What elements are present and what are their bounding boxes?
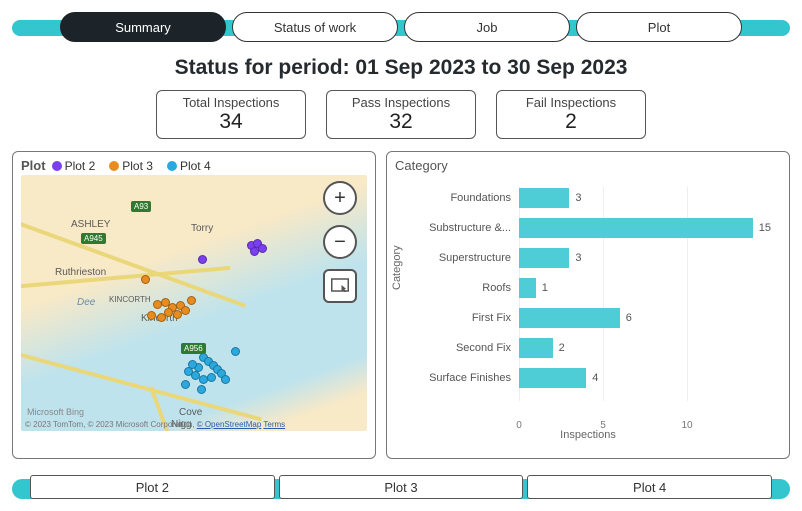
road-badge: A93 [131, 201, 151, 212]
stat-label: Pass Inspections [335, 95, 467, 110]
chart-y-axis-label: Category [391, 245, 403, 290]
chart-bar-label: First Fix [409, 312, 519, 324]
tab-status-of-work[interactable]: Status of work [232, 12, 398, 42]
map-point-plot4[interactable] [181, 380, 190, 389]
chart-bar-value: 3 [575, 252, 581, 264]
chart-bar-label: Second Fix [409, 342, 519, 354]
stat-pass-inspections: Pass Inspections 32 [326, 90, 476, 139]
map-point-plot4[interactable] [197, 385, 206, 394]
map-label: KINCORTH [109, 295, 151, 304]
tab-plot[interactable]: Plot [576, 12, 742, 42]
chart-bar[interactable] [519, 278, 536, 298]
chart-bar[interactable] [519, 338, 553, 358]
stat-fail-inspections: Fail Inspections 2 [496, 90, 646, 139]
chart-title: Category [395, 158, 781, 173]
map-label: Cove [179, 407, 202, 418]
chart-bar[interactable] [519, 308, 620, 328]
plot-button-bar: Plot 2 Plot 3 Plot 4 [0, 467, 802, 507]
chart-x-axis: 0510 [519, 420, 771, 421]
terms-link[interactable]: Terms [263, 420, 285, 429]
chart-bar-row: Surface Finishes4 [519, 367, 771, 389]
chart-body: Category Foundations3Substructure &...15… [395, 175, 781, 445]
map-point-plot4[interactable] [221, 375, 230, 384]
chart-bar-row: Foundations3 [519, 187, 771, 209]
chart-bar-label: Roofs [409, 282, 519, 294]
chart-bar-value: 4 [592, 372, 598, 384]
chart-bar-label: Superstructure [409, 252, 519, 264]
page-title: Status for period: 01 Sep 2023 to 30 Sep… [0, 56, 802, 80]
map-point-plot4[interactable] [207, 373, 216, 382]
legend-plot4[interactable]: Plot 4 [167, 159, 211, 173]
map-panel: Plot Plot 2 Plot 3 Plot 4 A93 A945 A956 [12, 151, 376, 459]
legend-plot2[interactable]: Plot 2 [52, 159, 96, 173]
zoom-in-button[interactable]: + [323, 181, 357, 215]
chart-bar-value: 15 [759, 222, 771, 234]
chart-bar-row: Substructure &...15 [519, 217, 771, 239]
map-point-plot4[interactable] [199, 375, 208, 384]
legend-dot-icon [167, 161, 177, 171]
stat-value: 34 [165, 110, 297, 134]
map-legend: Plot Plot 2 Plot 3 Plot 4 [21, 158, 367, 173]
plot-button-3[interactable]: Plot 3 [279, 475, 524, 499]
chart-bar-row: First Fix6 [519, 307, 771, 329]
chart-bar-row: Second Fix2 [519, 337, 771, 359]
content-row: Plot Plot 2 Plot 3 Plot 4 A93 A945 A956 [0, 151, 802, 459]
box-select-button[interactable] [323, 269, 357, 303]
plot-button-2[interactable]: Plot 2 [30, 475, 275, 499]
map-controls: + − [323, 181, 357, 303]
map-point-plot4[interactable] [231, 347, 240, 356]
stat-label: Total Inspections [165, 95, 297, 110]
chart-bar-value: 3 [575, 192, 581, 204]
map-title: Plot [21, 158, 46, 173]
map-canvas[interactable]: A93 A945 A956 ASHLEY Torry Ruthrieston K… [21, 175, 367, 431]
map-point-plot2[interactable] [198, 255, 207, 264]
chart-bars: Foundations3 Substructure &...15 Superstru… [519, 187, 771, 401]
chart-bar-value: 6 [626, 312, 632, 324]
map-provider-logo: Microsoft Bing [27, 407, 84, 417]
map-point-plot2[interactable] [250, 247, 259, 256]
chart-bar-value: 1 [542, 282, 548, 294]
map-point-plot3[interactable] [181, 306, 190, 315]
box-select-icon [331, 275, 349, 298]
chart-bar[interactable] [519, 218, 753, 238]
stat-value: 32 [335, 110, 467, 134]
stat-label: Fail Inspections [505, 95, 637, 110]
map-point-plot3[interactable] [187, 296, 196, 305]
road-badge: A945 [81, 233, 106, 244]
chart-bar-label: Surface Finishes [409, 372, 519, 384]
stat-total-inspections: Total Inspections 34 [156, 90, 306, 139]
zoom-out-button[interactable]: − [323, 225, 357, 259]
map-label: Torry [191, 223, 213, 234]
chart-panel: Category Category Foundations3Substructu… [386, 151, 790, 459]
osm-link[interactable]: © OpenStreetMap [197, 420, 262, 429]
map-label: Dee [77, 297, 95, 308]
chart-bar[interactable] [519, 248, 569, 268]
chart-bar-label: Foundations [409, 192, 519, 204]
chart-bar[interactable] [519, 368, 586, 388]
map-point-plot4[interactable] [188, 360, 197, 369]
map-point-plot3[interactable] [141, 275, 150, 284]
chart-bar[interactable] [519, 188, 569, 208]
map-point-plot3[interactable] [157, 313, 166, 322]
plot-button-4[interactable]: Plot 4 [527, 475, 772, 499]
chart-bar-row: Superstructure3 [519, 247, 771, 269]
top-tab-bar: Summary Status of work Job Plot [0, 0, 802, 50]
chart-bar-label: Substructure &... [409, 222, 519, 234]
legend-plot3[interactable]: Plot 3 [109, 159, 153, 173]
tab-summary[interactable]: Summary [60, 12, 226, 42]
stat-value: 2 [505, 110, 637, 134]
chart-bar-row: Roofs1 [519, 277, 771, 299]
tab-job[interactable]: Job [404, 12, 570, 42]
legend-dot-icon [109, 161, 119, 171]
stats-row: Total Inspections 34 Pass Inspections 32… [0, 90, 802, 139]
chart-x-axis-label: Inspections [395, 429, 781, 441]
map-attribution: © 2023 TomTom, © 2023 Microsoft Corporat… [25, 420, 363, 429]
chart-bar-value: 2 [559, 342, 565, 354]
map-label: ASHLEY [71, 219, 110, 230]
map-label: Ruthrieston [55, 267, 106, 278]
map-point-plot3[interactable] [173, 310, 182, 319]
map-point-plot3[interactable] [147, 311, 156, 320]
legend-dot-icon [52, 161, 62, 171]
map-point-plot2[interactable] [258, 244, 267, 253]
